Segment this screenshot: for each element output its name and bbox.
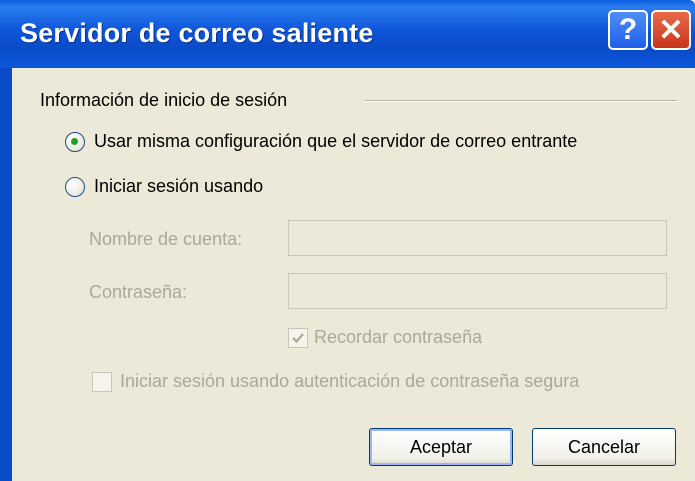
close-button[interactable]: ✕ [651,10,691,50]
group-divider [365,100,677,102]
dialog-window: Servidor de correo saliente ? ✕ Informac… [0,0,695,481]
radio-login-using[interactable] [65,177,85,197]
cancel-button[interactable]: Cancelar [532,428,676,466]
remember-password-label: Recordar contraseña [314,327,483,347]
ok-button[interactable]: Aceptar [369,428,513,466]
close-icon: ✕ [658,13,684,47]
checkmark-icon [292,333,304,344]
window-title: Servidor de correo saliente [20,18,374,48]
window-left-border [0,68,12,481]
group-label: Información de inicio de sesión [40,90,288,110]
help-icon: ? [618,13,638,46]
title-bar[interactable]: Servidor de correo saliente ? ✕ [0,0,695,68]
secure-auth-checkbox[interactable] [92,372,112,392]
radio-selected-dot [71,138,78,145]
password-label: Contraseña: [89,282,188,302]
account-name-field[interactable] [288,220,667,256]
account-name-label: Nombre de cuenta: [89,229,243,249]
remember-password-checkbox[interactable] [288,328,308,348]
radio-same-config-label[interactable]: Usar misma configuración que el servidor… [94,131,577,152]
help-button[interactable]: ? [608,10,648,50]
radio-login-using-label[interactable]: Iniciar sesión usando [94,176,263,197]
secure-auth-label: Iniciar sesión usando autenticación de c… [120,371,580,391]
radio-same-config[interactable] [65,132,85,152]
dialog-body: Información de inicio de sesión Usar mis… [12,68,695,481]
password-field[interactable] [288,273,667,309]
